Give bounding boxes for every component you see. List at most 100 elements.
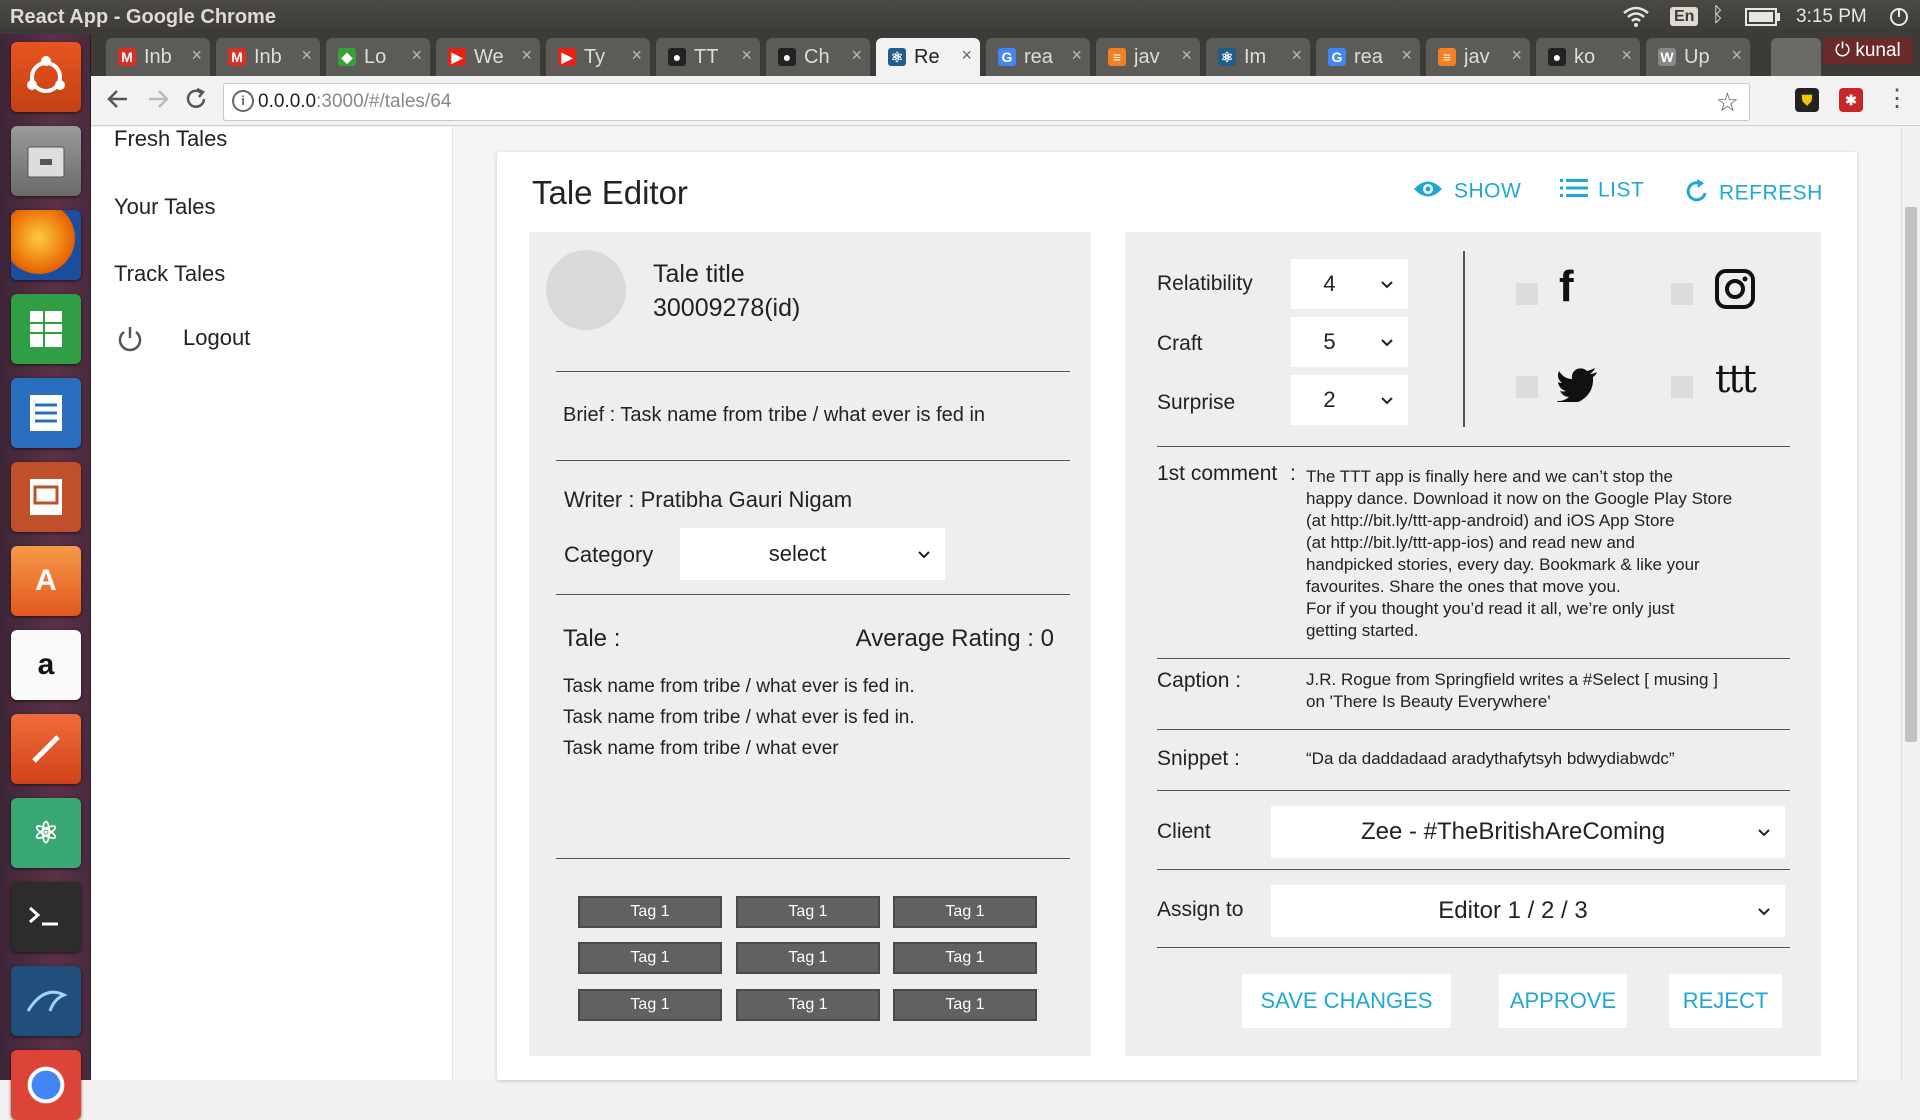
files-icon[interactable]	[11, 126, 81, 196]
tag-button[interactable]: Tag 1	[736, 989, 880, 1021]
tag-button[interactable]: Tag 1	[736, 896, 880, 928]
browser-tab[interactable]: Grea ×	[1316, 38, 1420, 76]
page-scrollbar[interactable]	[1901, 127, 1920, 1080]
list-button[interactable]: LIST	[1560, 178, 1644, 204]
wifi-icon[interactable]	[1622, 4, 1650, 33]
spreadsheet-icon[interactable]	[11, 294, 81, 364]
show-button[interactable]: SHOW	[1412, 178, 1521, 206]
save-changes-button[interactable]: SAVE CHANGES	[1242, 974, 1451, 1028]
tab-close-icon[interactable]: ×	[1071, 45, 1082, 66]
bluetooth-icon[interactable]: ᛒ	[1712, 4, 1724, 27]
tab-close-icon[interactable]: ×	[1181, 45, 1192, 66]
sidebar-item-fresh-tales[interactable]: Fresh Tales	[114, 126, 227, 152]
browser-tab[interactable]: ● ko ×	[1536, 38, 1640, 76]
browser-tab[interactable]: ⚛ Im ×	[1206, 38, 1310, 76]
browser-tab-label: TT	[694, 46, 719, 68]
sidebar-item-track-tales[interactable]: Track Tales	[114, 261, 225, 287]
tag-button[interactable]: Tag 1	[578, 896, 722, 928]
instagram-checkbox[interactable]	[1671, 283, 1693, 305]
refresh-button[interactable]: REFRESH	[1685, 178, 1823, 210]
tab-close-icon[interactable]: ×	[301, 45, 312, 66]
tab-close-icon[interactable]: ×	[1511, 45, 1522, 66]
ubuntu-dash-icon[interactable]	[11, 42, 81, 112]
atom-editor-icon[interactable]: ⚛	[11, 798, 81, 868]
browser-tab[interactable]: ≡ jav ×	[1096, 38, 1200, 76]
tag-button[interactable]: Tag 1	[736, 942, 880, 974]
power-menu-icon[interactable]	[1888, 6, 1910, 33]
browser-tab[interactable]: ● Ch ×	[766, 38, 870, 76]
list-label: LIST	[1598, 178, 1645, 202]
tab-close-icon[interactable]: ×	[411, 45, 422, 66]
site-info-icon[interactable]: i	[232, 90, 254, 112]
tab-close-icon[interactable]: ×	[741, 45, 752, 66]
impress-icon[interactable]	[11, 462, 81, 532]
reload-button[interactable]	[183, 86, 209, 119]
chevron-down-icon	[918, 551, 930, 559]
pencil-tool-icon[interactable]	[11, 714, 81, 784]
tab-close-icon[interactable]: ×	[191, 45, 202, 66]
firefox-icon[interactable]	[11, 210, 81, 280]
new-tab-button[interactable]	[1771, 38, 1821, 76]
software-center-icon[interactable]: A	[11, 546, 81, 616]
relatibility-select[interactable]: 4	[1291, 259, 1408, 309]
bookmark-star-icon[interactable]: ☆	[1716, 87, 1739, 118]
tab-close-icon[interactable]: ×	[1621, 45, 1632, 66]
tab-close-icon[interactable]: ×	[1731, 45, 1742, 66]
tab-close-icon[interactable]: ×	[1291, 45, 1302, 66]
terminal-icon[interactable]	[11, 882, 81, 952]
browser-tab[interactable]: M Inb ×	[216, 38, 320, 76]
divider	[1157, 658, 1790, 659]
writer-icon[interactable]	[11, 378, 81, 448]
tab-close-icon[interactable]: ×	[961, 45, 972, 66]
language-indicator[interactable]: En	[1670, 6, 1699, 26]
scrollbar-thumb[interactable]	[1905, 207, 1917, 742]
mysql-workbench-icon[interactable]	[11, 966, 81, 1036]
browser-tab[interactable]: ▶ We ×	[436, 38, 540, 76]
tab-close-icon[interactable]: ×	[1401, 45, 1412, 66]
url-text[interactable]: 0.0.0.0:3000/#/tales/64	[258, 91, 451, 113]
tag-button[interactable]: Tag 1	[893, 989, 1037, 1021]
address-bar[interactable]: i 0.0.0.0:3000/#/tales/64 ☆	[223, 83, 1750, 121]
category-select[interactable]: select	[680, 528, 945, 580]
divider	[1157, 869, 1790, 870]
browser-tab[interactable]: Grea ×	[986, 38, 1090, 76]
facebook-checkbox[interactable]	[1516, 283, 1538, 305]
youtube-favicon-icon: ▶	[448, 48, 466, 66]
os-top-bar: React App - Google Chrome En ᛒ 3:15 PM	[0, 0, 1920, 34]
tab-close-icon[interactable]: ×	[851, 45, 862, 66]
tag-button[interactable]: Tag 1	[578, 942, 722, 974]
battery-icon[interactable]	[1745, 8, 1781, 31]
surprise-select[interactable]: 2	[1291, 375, 1408, 425]
ttt-checkbox[interactable]	[1671, 376, 1693, 398]
tag-button[interactable]: Tag 1	[578, 989, 722, 1021]
assign-select[interactable]: Editor 1 / 2 / 3	[1271, 885, 1785, 937]
tag-button[interactable]: Tag 1	[893, 942, 1037, 974]
forward-button[interactable]	[145, 86, 171, 119]
amazon-icon[interactable]: a	[11, 630, 81, 700]
browser-tab[interactable]: ◆ Lo ×	[326, 38, 430, 76]
tag-button[interactable]: Tag 1	[893, 896, 1037, 928]
clock[interactable]: 3:15 PM	[1796, 6, 1867, 28]
client-select[interactable]: Zee - #TheBritishAreComing	[1271, 806, 1785, 858]
reject-button[interactable]: REJECT	[1669, 974, 1782, 1028]
approve-button[interactable]: APPROVE	[1499, 974, 1627, 1028]
browser-tab[interactable]: ▶ Ty ×	[546, 38, 650, 76]
surprise-value: 2	[1323, 387, 1336, 412]
browser-tab[interactable]: W Up ×	[1646, 38, 1750, 76]
browser-tab[interactable]: ≡ jav ×	[1426, 38, 1530, 76]
tab-close-icon[interactable]: ×	[631, 45, 642, 66]
sidebar-item-logout[interactable]: Logout	[114, 321, 354, 355]
back-button[interactable]	[105, 86, 131, 119]
profile-button[interactable]: ⏻ kunal	[1823, 38, 1913, 64]
browser-tab[interactable]: M Inb ×	[106, 38, 210, 76]
twitter-checkbox[interactable]	[1516, 376, 1538, 398]
browser-tab[interactable]: ● TT ×	[656, 38, 760, 76]
browser-tab[interactable]: ⚛ Re ×	[876, 38, 980, 76]
chrome-icon[interactable]	[11, 1050, 81, 1120]
sidebar-item-your-tales[interactable]: Your Tales	[114, 194, 216, 220]
tab-close-icon[interactable]: ×	[521, 45, 532, 66]
extension-red-icon[interactable]: ✱	[1839, 88, 1863, 112]
craft-select[interactable]: 5	[1291, 317, 1408, 367]
chrome-menu-icon[interactable]: ⋮	[1885, 84, 1909, 113]
extension-shield-icon[interactable]: ⛊	[1795, 88, 1819, 112]
